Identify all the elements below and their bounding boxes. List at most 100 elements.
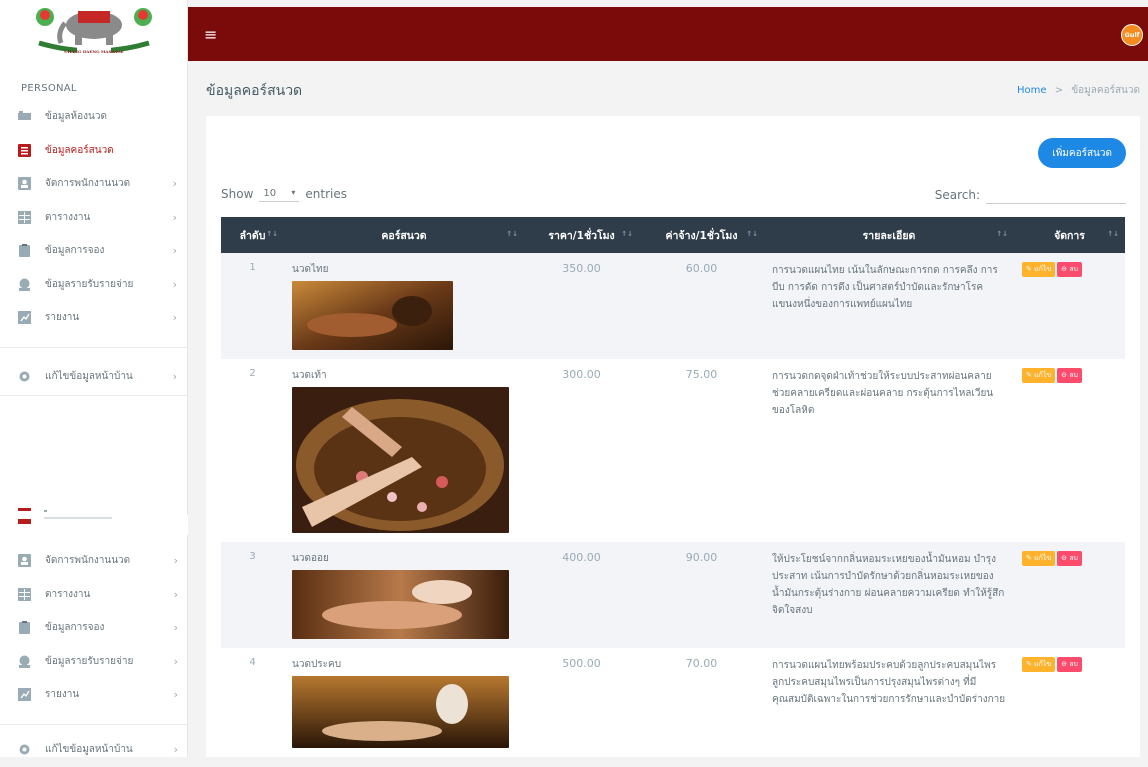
sidebar-item-courses[interactable]: ข้อมูลคอร์สนวด [0,134,187,168]
cell-detail: ให้ประโยชน์จากกลิ่นหอมระเหยของน้ำมันหอม … [764,542,1014,648]
column-header-wage[interactable]: ค่าจ้าง/1ชั่วโมง ↑↓ [639,217,764,253]
sidebar-item-frontend-settings[interactable]: แก้ไขข้อมูลหน้าบ้าน › [0,360,187,394]
cell-actions: ✎ แก้ไข ⊖ ลบ [1014,648,1125,757]
edit-button[interactable]: ✎ แก้ไข [1022,262,1056,277]
column-header-actions[interactable]: จัดการ ↑↓ [1014,217,1125,253]
topbar: ≡ Gulf [188,7,1148,61]
chevron-right-icon: › [173,654,178,668]
herbal-compress-massage-image [292,676,509,748]
cell-actions: ✎ แก้ไข ⊖ ลบ [1014,542,1125,648]
edit-button[interactable]: ✎ แก้ไข [1022,657,1056,672]
delete-label: ลบ [1069,265,1078,273]
chevron-right-icon: › [172,177,177,191]
cell-course: นวดไทย [284,253,524,359]
person-icon [18,554,31,568]
delete-label: ลบ [1069,660,1078,668]
sidebar-item-label: รายงาน [45,689,80,701]
cell-wage: 60.00 [639,253,764,359]
breadcrumb-home-link[interactable]: Home [1017,85,1047,96]
cell-actions: ✎ แก้ไข ⊖ ลบ [1014,359,1125,542]
search-input[interactable] [986,186,1126,204]
entries-select[interactable]: 10 ▾ [259,186,300,202]
chevron-right-icon: › [173,743,178,757]
cell-no: 1 [221,253,284,359]
divider [0,346,187,348]
list-icon [18,143,31,157]
sidebar-item-report[interactable]: รายงาน › [0,301,187,335]
cell-price: 300.00 [524,359,639,542]
table-row: 2 นวดเท้า 300.00 75.00 การนวดกดจุดฝ่าเท้… [221,359,1125,542]
sidebar-item-bookings[interactable]: ข้อมูลการจอง › [0,611,188,645]
header-label: ค่าจ้าง/1ชั่วโมง [665,229,738,242]
sidebar-item-staff[interactable]: จัดการพนักงานนวด › [0,544,188,578]
sidebar-item-finance[interactable]: ข้อมูลรายรับรายจ่าย › [0,645,188,679]
delete-button[interactable]: ⊖ ลบ [1057,551,1082,566]
column-header-price[interactable]: ราคา/1ชั่วโมง ↑↓ [524,217,639,253]
sidebar-item-schedule[interactable]: ตารางงาน › [0,578,188,612]
chevron-right-icon: › [172,311,177,325]
header-label: จัดการ [1054,229,1085,242]
chevron-right-icon: › [173,688,178,702]
sort-icon: ↑↓ [621,230,633,238]
cell-price: 500.00 [524,648,639,757]
delete-button[interactable]: ⊖ ลบ [1057,262,1082,277]
header-label: ราคา/1ชั่วโมง [548,229,615,242]
sidebar-item-bookings[interactable]: ข้อมูลการจอง › [0,234,187,268]
delete-label: ลบ [1069,371,1078,379]
chevron-right-icon: › [173,554,178,568]
header-label: คอร์สนวด [381,229,427,242]
chevron-right-icon: › [173,621,178,635]
sidebar-item-label: ข้อมูลการจอง [45,622,105,634]
section-label: PERSONAL [21,83,77,94]
divider [0,724,188,725]
thai-massage-image [292,281,453,350]
cell-course: นวดประคบ [284,648,524,757]
delete-button[interactable]: ⊖ ลบ [1057,368,1082,383]
search-label: Search: [934,188,980,202]
entries-select-value: 10 [263,188,277,199]
sidebar-item-report[interactable]: รายงาน › [0,678,188,712]
sidebar-item-staff[interactable]: จัดการพนักงานนวด › [0,167,187,201]
bed-icon [18,110,31,123]
sidebar-item-finance[interactable]: ข้อมูลรายรับรายจ่าย › [0,268,187,302]
table-row: 3 นวดออย 400.00 90.00 ให้ประโยชน์จากกลิ่… [221,542,1125,648]
user-avatar[interactable]: Gulf [1121,24,1143,46]
edit-button[interactable]: ✎ แก้ไข [1022,551,1056,566]
course-name: นวดเท้า [292,370,327,381]
report-icon [18,688,31,702]
divider [0,395,187,396]
sidebar-item-rooms[interactable]: ข้อมูลห้องนวด [0,100,187,134]
sidebar-item-frontend-settings[interactable]: แก้ไขข้อมูลหน้าบ้าน › [0,733,188,767]
add-course-button[interactable]: เพิ่มคอร์สนวด [1038,138,1126,168]
cell-wage: 70.00 [639,648,764,757]
sidebar-item-label: ข้อมูลรายรับรายจ่าย [45,655,134,667]
course-name: นวดออย [292,553,329,564]
logo[interactable]: CHANG DAENG MASSAGE [0,0,187,61]
edit-button[interactable]: ✎ แก้ไข [1022,368,1056,383]
entries-label: entries [305,187,347,201]
cell-wage: 90.00 [639,542,764,648]
column-header-no[interactable]: ลำดับ ↑↓ [221,217,284,253]
sidebar-item-label: รายงาน [45,312,80,324]
logo-text: CHANG DAENG MASSAGE [64,49,124,54]
cell-price: 350.00 [524,253,639,359]
column-header-course[interactable]: คอร์สนวด ↑↓ [284,217,524,253]
chevron-right-icon: › [172,277,177,291]
cell-course: นวดออย [284,542,524,648]
delete-button[interactable]: ⊖ ลบ [1057,657,1082,672]
sidebar-item-label: ตารางงาน [45,211,91,223]
sort-icon: ↑↓ [1107,230,1119,238]
sidebar-item-schedule[interactable]: ตารางงาน › [0,201,187,235]
edit-label: แก้ไข [1034,660,1052,668]
entries-length-control: Show 10 ▾ entries [221,186,347,202]
cell-actions: ✎ แก้ไข ⊖ ลบ [1014,253,1125,359]
column-header-detail[interactable]: รายละเอียด ↑↓ [764,217,1014,253]
sort-icon: ↑↓ [266,230,278,238]
cell-no: 4 [221,648,284,757]
list-icon [18,519,31,524]
sidebar: CHANG DAENG MASSAGE PERSONAL ข้อมูลห้องน… [0,0,188,757]
hamburger-menu-icon[interactable]: ≡ [204,25,217,44]
table-icon [18,587,31,601]
sidebar-item-label: แก้ไขข้อมูลหน้าบ้าน [45,370,133,382]
sort-icon: ↑↓ [996,230,1008,238]
